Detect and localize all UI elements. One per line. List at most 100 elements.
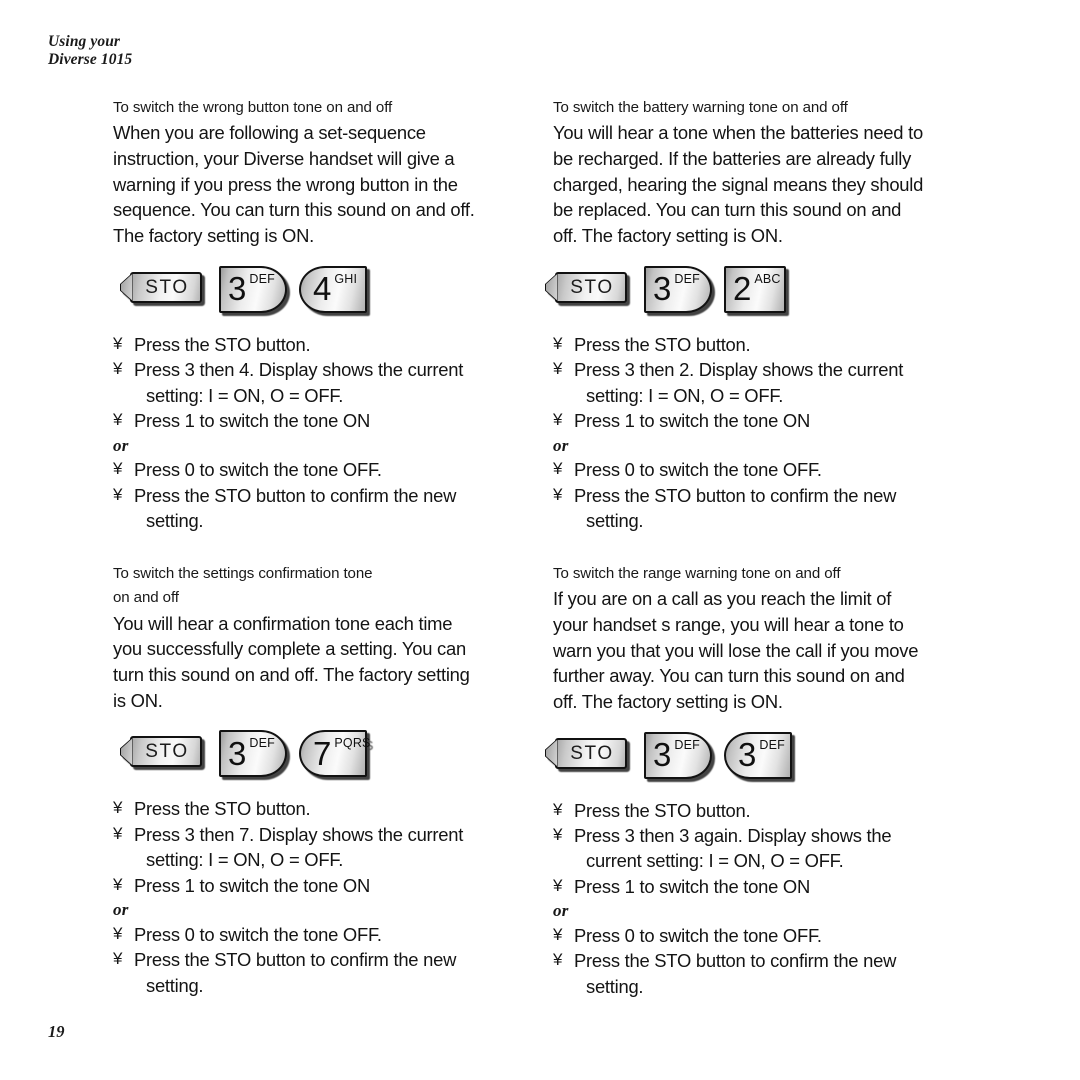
- section-heading-line: on and off: [113, 589, 179, 607]
- bullet-icon: ¥: [553, 410, 563, 430]
- section-body-line: sequence. You can turn this sound on and…: [113, 199, 475, 221]
- step-text-line: setting.: [146, 974, 204, 996]
- step-text-line: Press the STO button to confirm the new: [574, 950, 897, 972]
- step-text-line: setting: I = ON, O = OFF.: [146, 384, 344, 406]
- bullet-icon: ¥: [113, 484, 123, 504]
- step-item: ¥ Press the STO button to confirm the new…: [113, 947, 525, 998]
- section-body-line: warn you that you will lose the call if …: [553, 639, 919, 661]
- bullet-icon: ¥: [553, 359, 563, 379]
- step-text: Press 1 to switch the tone ON: [574, 408, 1007, 433]
- bullet-icon: ¥: [553, 924, 563, 944]
- key-digit-label: 3: [653, 270, 672, 308]
- key-sto-icon: STO: [555, 737, 627, 769]
- step-text-line: setting: I = ON, O = OFF.: [146, 849, 344, 871]
- section-body-line: off. The factory setting is ON.: [553, 690, 783, 712]
- section-heading: To switch the range warning tone on and …: [553, 562, 1007, 586]
- section-battery-warning-tone: To switch the battery warning tone on an…: [553, 96, 1007, 534]
- step-text-line: Press the STO button.: [134, 333, 311, 355]
- step-item: ¥ Press 3 then 7. Display shows the curre…: [113, 822, 525, 873]
- bullet-icon: ¥: [113, 459, 123, 479]
- section-body-line: When you are following a set-sequence: [113, 122, 426, 144]
- step-text: Press 3 then 4. Display shows the curren…: [134, 357, 525, 408]
- step-text: Press 1 to switch the tone ON: [134, 873, 525, 898]
- step-text: Press 0 to switch the tone OFF.: [574, 457, 1007, 482]
- step-item: ¥ Press 0 to switch the tone OFF.: [113, 457, 525, 482]
- step-text: Press the STO button.: [574, 332, 1007, 357]
- step-text: Press 0 to switch the tone OFF.: [134, 457, 525, 482]
- key-letters-label: DEF: [674, 737, 700, 752]
- key-letters-label: PQRS: [334, 736, 371, 751]
- bullet-icon: ¥: [553, 825, 563, 844]
- step-text-line: Press 0 to switch the tone OFF.: [574, 459, 822, 481]
- key-digit-label: 7: [313, 734, 332, 772]
- step-text-line: Press 1 to switch the tone ON: [574, 875, 811, 897]
- section-body: When you are following a set-sequence ins…: [113, 120, 525, 248]
- key-sto-label: STO: [145, 741, 189, 763]
- step-item: ¥ Press the STO button.: [553, 798, 1007, 823]
- or-separator: or: [553, 901, 569, 921]
- bullet-icon: ¥: [553, 333, 563, 353]
- step-text: Press 0 to switch the tone OFF.: [574, 923, 1007, 948]
- step-text-line: Press 1 to switch the tone ON: [574, 410, 811, 432]
- key-digit-label: 3: [228, 270, 247, 308]
- or-separator: or: [553, 435, 569, 455]
- page-number: 19: [48, 1022, 65, 1041]
- step-item: ¥ Press 3 then 4. Display shows the curre…: [113, 357, 525, 408]
- step-text-line: Press the STO button to confirm the new: [574, 484, 897, 506]
- key-sto-icon: STO: [130, 271, 202, 303]
- step-text: Press the STO button.: [134, 332, 525, 357]
- step-item: ¥ Press 3 then 2. Display shows the curre…: [553, 357, 1007, 408]
- step-item: ¥ Press 1 to switch the tone ON: [113, 873, 525, 898]
- step-item: ¥ Press the STO button.: [553, 332, 1007, 357]
- section-range-warning-tone: To switch the range warning tone on and …: [553, 562, 1007, 1000]
- key-sequence: STO 3 DEF 4 GHI: [113, 265, 525, 316]
- key-sequence: STO 3 DEF 3 DEF: [553, 731, 1007, 782]
- manual-page: Using your Diverse 1015 To switch the wr…: [0, 0, 1080, 1080]
- section-body-line: charged, hearing the signal means they s…: [553, 173, 924, 195]
- running-head-line1: Using your: [48, 33, 121, 50]
- bullet-icon: ¥: [113, 874, 123, 894]
- step-item: ¥ Press the STO button to confirm the new…: [113, 483, 525, 534]
- step-item: ¥ Press the STO button to confirm the new…: [553, 483, 1007, 534]
- key-digit-label: 3: [738, 735, 757, 773]
- section-body-line: warning if you press the wrong button in…: [113, 173, 458, 195]
- step-text: Press 3 then 2. Display shows the curren…: [574, 357, 1007, 408]
- step-item: ¥ Press the STO button.: [113, 796, 525, 821]
- step-text: Press 1 to switch the tone ON: [574, 874, 1007, 899]
- step-text: Press 1 to switch the tone ON: [134, 408, 525, 433]
- section-heading: To switch the battery warning tone on an…: [553, 96, 1007, 120]
- step-item: ¥ Press 1 to switch the tone ON: [113, 408, 525, 433]
- bullet-icon: ¥: [553, 950, 563, 970]
- key-sto-icon: STO: [555, 271, 627, 303]
- key-letters-label: GHI: [334, 271, 358, 286]
- key-3-icon: 3 DEF: [644, 265, 712, 313]
- step-text-line: Press the STO button to confirm the new: [134, 484, 457, 506]
- step-text: Press the STO button.: [134, 796, 525, 821]
- key-digit-label: 3: [228, 734, 247, 772]
- step-text-line: Press 3 then 4. Display shows the curren…: [134, 359, 464, 381]
- key-3-icon: 3 DEF: [219, 730, 287, 778]
- section-heading-line: To switch the range warning tone on and …: [553, 564, 841, 582]
- key-3-icon: 3 DEF: [644, 731, 712, 779]
- section-heading-line: To switch the battery warning tone on an…: [553, 99, 848, 116]
- section-heading: To switch the settings confirmation tone…: [113, 562, 525, 611]
- bullet-icon: ¥: [553, 799, 563, 819]
- key-digit-label: 3: [653, 735, 672, 773]
- step-text-line: Press 1 to switch the tone ON: [134, 874, 371, 896]
- section-body-line: instruction, your Diverse handset will g…: [113, 148, 455, 170]
- section-heading-line: To switch the wrong button tone on and o…: [113, 99, 393, 116]
- step-text: Press the STO button.: [574, 798, 1007, 823]
- step-text-line: setting.: [146, 510, 204, 532]
- or-separator: or: [113, 900, 129, 920]
- or-separator: or: [113, 435, 129, 455]
- step-text-line: setting.: [586, 510, 644, 532]
- section-wrong-button-tone: To switch the wrong button tone on and o…: [113, 96, 525, 534]
- section-body-line: If you are on a call as you reach the li…: [553, 588, 892, 610]
- bullet-icon: ¥: [113, 333, 123, 353]
- key-letters-label: DEF: [759, 737, 785, 752]
- bullet-icon: ¥: [113, 823, 123, 843]
- step-text-line: Press 3 then 2. Display shows the curren…: [574, 359, 904, 381]
- key-digit-label: 4: [313, 270, 332, 308]
- key-sto-label: STO: [570, 742, 614, 764]
- key-digit-label: 2: [733, 270, 752, 308]
